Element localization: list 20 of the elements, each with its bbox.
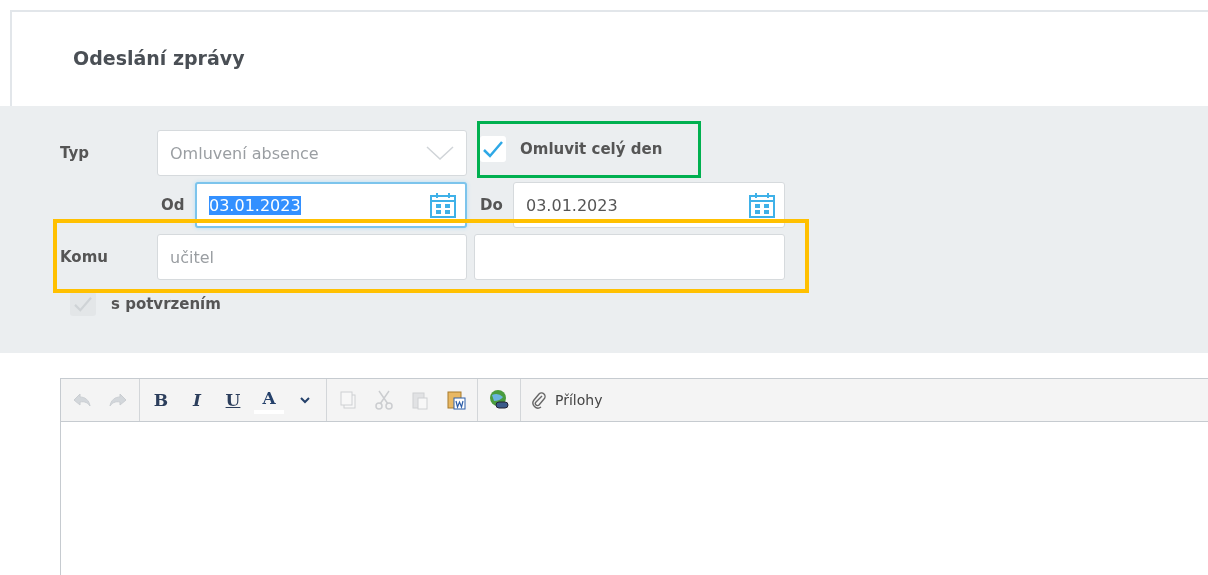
to-date-field[interactable]: 03.01.2023 — [513, 182, 785, 228]
italic-button[interactable]: I — [182, 384, 212, 416]
type-label: Typ — [60, 144, 90, 162]
whole-day-label: Omluvit celý den — [520, 140, 663, 158]
color-button[interactable]: A — [254, 386, 284, 414]
to-label: Do — [480, 196, 504, 214]
calendar-icon[interactable] — [429, 191, 457, 219]
underline-button[interactable]: U — [218, 384, 248, 416]
recipient-detail-field[interactable] — [474, 234, 785, 280]
whole-day-checkbox[interactable] — [480, 136, 506, 162]
paperclip-icon — [531, 391, 547, 409]
from-label: Od — [160, 196, 186, 214]
bold-button[interactable]: B — [146, 384, 176, 416]
calendar-icon[interactable] — [748, 191, 776, 219]
recipient-field[interactable]: učitel — [157, 234, 467, 280]
confirmation-label: s potvrzením — [111, 295, 221, 313]
attach-button[interactable]: Přílohy — [527, 384, 607, 416]
recipient-label: Komu — [60, 248, 109, 266]
chevron-down-icon — [426, 146, 454, 160]
page-title: Odeslání zprávy — [72, 46, 246, 69]
